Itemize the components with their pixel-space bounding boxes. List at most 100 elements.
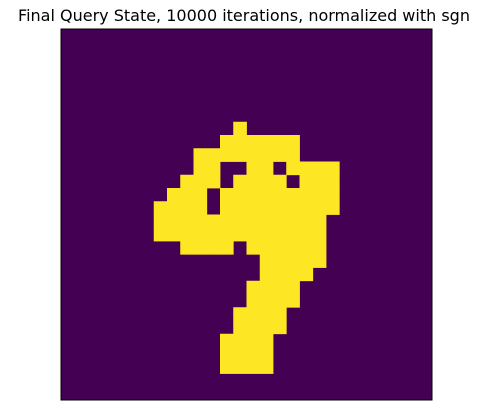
heatmap-cell-r16-c19 [312, 241, 327, 255]
heatmap-cell-r15-c11 [206, 227, 221, 242]
heatmap-cell-r14-c15 [259, 214, 274, 229]
heatmap-cell-r15-c8 [167, 227, 181, 242]
heatmap-cell-r16-c10 [193, 241, 208, 255]
heatmap-cell-r11-c10 [193, 174, 208, 189]
heatmap-cell-r13-c9 [180, 201, 194, 215]
heatmap-cell-r9-c14 [246, 148, 261, 162]
heatmap-cell-r16-c16 [273, 241, 287, 255]
heatmap-cell-r24-c14 [246, 347, 261, 361]
heatmap-cell-r12-c19 [312, 188, 327, 202]
heatmap-cell-r13-c7 [153, 201, 168, 215]
heatmap-cell-r8-c17 [286, 135, 300, 149]
heatmap-cell-r13-c19 [312, 201, 327, 215]
heatmap-cell-r11-c19 [312, 174, 327, 189]
heatmap-cell-r15-c13 [233, 227, 247, 242]
heatmap-cell-r13-c14 [246, 201, 261, 215]
heatmap-cell-r14-c10 [193, 214, 208, 229]
heatmap-cell-r13-c16 [273, 201, 287, 215]
heatmap-cell-r23-c15 [259, 333, 274, 348]
heatmap-cell-r10-c19 [312, 161, 327, 176]
heatmap-cell-r17-c19 [312, 254, 327, 268]
heatmap-cell-r25-c13 [233, 360, 247, 374]
heatmap-cell-r12-c17 [286, 188, 300, 202]
heatmap-cell-r16-c14 [246, 241, 261, 255]
heatmap-cell-r7-c13 [233, 121, 247, 136]
heatmap-cell-r19-c17 [286, 280, 300, 295]
heatmap-cell-r14-c12 [220, 214, 234, 229]
heatmap-cell-r22-c14 [246, 320, 261, 335]
heatmap-cell-r11-c16 [273, 174, 287, 189]
heatmap-cell-r23-c13 [233, 333, 247, 348]
heatmap-cell-r13-c20 [326, 201, 340, 215]
heatmap-cell-r14-c18 [299, 214, 314, 229]
heatmap-cell-r21-c16 [273, 307, 287, 321]
heatmap-cell-r10-c17 [286, 161, 300, 176]
heatmap-cell-r16-c15 [259, 241, 274, 255]
heatmap-cell-r14-c7 [153, 214, 168, 229]
heatmap-cell-r19-c15 [259, 280, 274, 295]
heatmap-cell-r10-c10 [193, 161, 208, 176]
heatmap-cell-r25-c15 [259, 360, 274, 374]
heatmap-cell-r19-c16 [273, 280, 287, 295]
heatmap-cell-r11-c11 [206, 174, 221, 189]
heatmap-cell-r11-c14 [246, 174, 261, 189]
heatmap-cell-r14-c9 [180, 214, 194, 229]
heatmap-cell-r9-c15 [259, 148, 274, 162]
heatmap-cell-r10-c20 [326, 161, 340, 176]
heatmap-plot [60, 28, 433, 401]
heatmap-cell-r14-c14 [246, 214, 261, 229]
heatmap-cell-r24-c15 [259, 347, 274, 361]
heatmap-cell-r9-c13 [233, 148, 247, 162]
heatmap-cell-r18-c17 [286, 267, 300, 282]
heatmap-cell-r12-c16 [273, 188, 287, 202]
heatmap-cell-r24-c13 [233, 347, 247, 361]
heatmap-cell-r8-c12 [220, 135, 234, 149]
heatmap-cell-r25-c12 [220, 360, 234, 374]
heatmap-cell-r18-c15 [259, 267, 274, 282]
heatmap-cell-r8-c16 [273, 135, 287, 149]
heatmap-cell-r12-c8 [167, 188, 181, 202]
heatmap-cell-r12-c15 [259, 188, 274, 202]
heatmap-cell-r14-c16 [273, 214, 287, 229]
heatmap-cell-r11-c15 [259, 174, 274, 189]
heatmap-cell-r10-c14 [246, 161, 261, 176]
heatmap-cell-r13-c17 [286, 201, 300, 215]
heatmap-cell-r15-c19 [312, 227, 327, 242]
heatmap-cell-r23-c12 [220, 333, 234, 348]
heatmap-cell-r12-c20 [326, 188, 340, 202]
heatmap-cell-r13-c18 [299, 201, 314, 215]
heatmap-cell-r25-c14 [246, 360, 261, 374]
heatmap-cell-r21-c13 [233, 307, 247, 321]
heatmap-cell-r15-c12 [220, 227, 234, 242]
heatmap-cell-r12-c9 [180, 188, 194, 202]
heatmap-cell-r15-c15 [259, 227, 274, 242]
heatmap-cell-r9-c10 [193, 148, 208, 162]
heatmap-cell-r14-c19 [312, 214, 327, 229]
heatmap-cell-r13-c12 [220, 201, 234, 215]
heatmap-cell-r8-c14 [246, 135, 261, 149]
heatmap-cell-r15-c9 [180, 227, 194, 242]
heatmap-cell-r13-c10 [193, 201, 208, 215]
heatmap-cell-r20-c15 [259, 294, 274, 308]
heatmap-cell-r22-c16 [273, 320, 287, 335]
heatmap-cell-r14-c17 [286, 214, 300, 229]
heatmap-cell-r12-c14 [246, 188, 261, 202]
heatmap-cell-r13-c13 [233, 201, 247, 215]
heatmap-cell-r12-c12 [220, 188, 234, 202]
heatmap-cell-r15-c7 [153, 227, 168, 242]
heatmap-cell-r11-c9 [180, 174, 194, 189]
heatmap-cell-r10-c11 [206, 161, 221, 176]
heatmap-cell-r15-c18 [299, 227, 314, 242]
heatmap-cell-r11-c18 [299, 174, 314, 189]
heatmap-cell-r15-c16 [273, 227, 287, 242]
heatmap-cell-r16-c12 [220, 241, 234, 255]
heatmap-cell-r9-c11 [206, 148, 221, 162]
heatmap-cell-r18-c16 [273, 267, 287, 282]
heatmap-cell-r16-c11 [206, 241, 221, 255]
heatmap-cell-r13-c8 [167, 201, 181, 215]
heatmap-cell-r23-c14 [246, 333, 261, 348]
heatmap-cell-r17-c16 [273, 254, 287, 268]
heatmap-cell-r8-c15 [259, 135, 274, 149]
heatmap-cell-r9-c12 [220, 148, 234, 162]
heatmap-cell-r12-c18 [299, 188, 314, 202]
